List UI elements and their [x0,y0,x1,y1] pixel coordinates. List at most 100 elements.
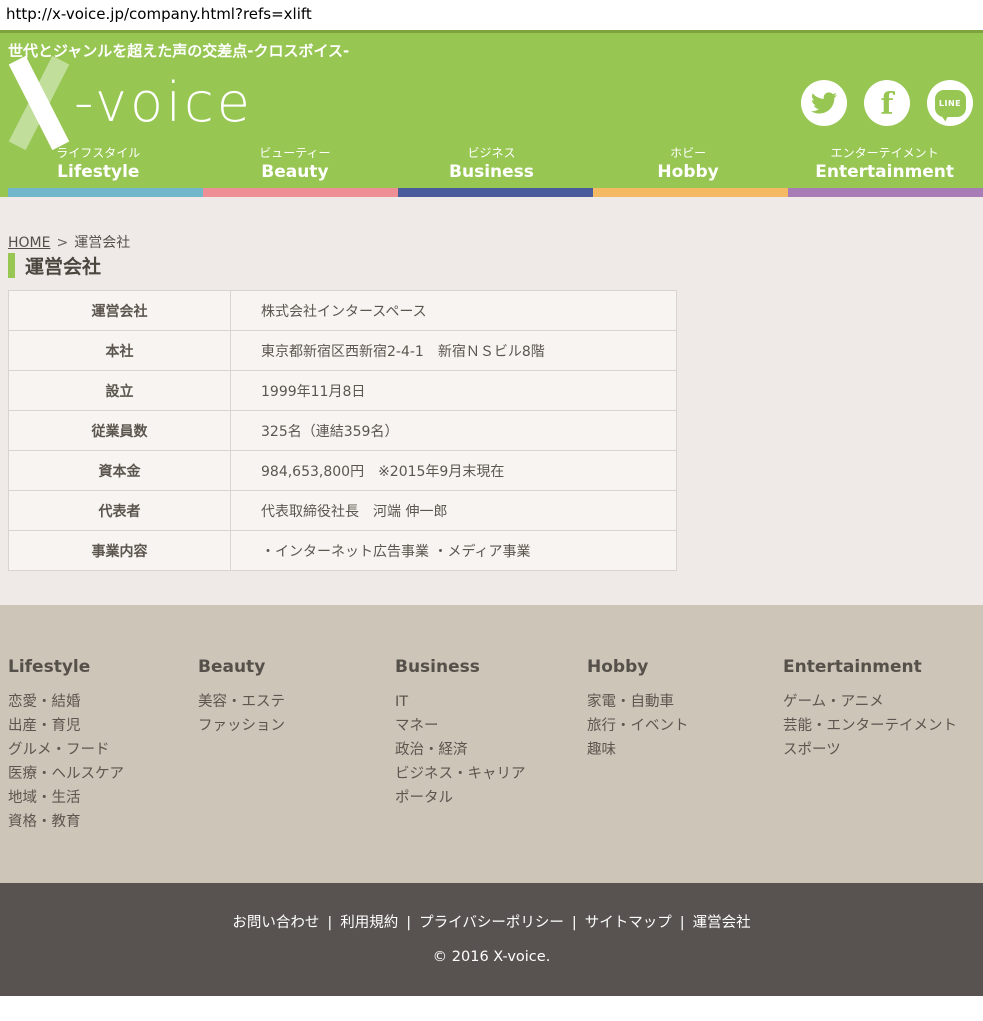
line-bubble-tail [938,113,948,121]
row-value: 1999年11月8日 [231,371,677,411]
breadcrumb-home-link[interactable]: HOME [8,235,50,251]
row-value: 株式会社インタースペース [231,291,677,331]
table-row: 本社東京都新宿区西新宿2-4-1 新宿ＮＳビル8階 [9,331,677,371]
footer-link[interactable]: ファッション [198,714,395,738]
nav-color-stripe [0,188,983,197]
row-value: 東京都新宿区西新宿2-4-1 新宿ＮＳビル8階 [231,331,677,371]
line-label: LINE [939,99,961,108]
stripe-segment-business [398,188,593,197]
facebook-icon[interactable]: f [864,80,910,126]
stripe-segment-hobby [593,188,788,197]
footer-link[interactable]: ゲーム・アニメ [783,690,975,714]
nav-item-business[interactable]: ビジネスBusiness [393,145,590,188]
footer-link[interactable]: ポータル [395,786,587,810]
stripe-segment-beauty [203,188,398,197]
logo-text: -voice [74,64,253,142]
footer-column-lifestyle: Lifestyle 恋愛・結婚出産・育児グルメ・フード医療・ヘルスケア地域・生活資… [8,657,198,883]
footer-link[interactable]: 恋愛・結婚 [8,690,198,714]
footer-link[interactable]: 美容・エステ [198,690,395,714]
nav-item-beauty[interactable]: ビューティーBeauty [197,145,394,188]
nav-item-hobby[interactable]: ホビーHobby [590,145,787,188]
line-bubble-glyph: LINE [935,90,966,117]
row-label: 本社 [9,331,231,371]
footer-link[interactable]: 医療・ヘルスケア [8,762,198,786]
footer-column-list: 恋愛・結婚出産・育児グルメ・フード医療・ヘルスケア地域・生活資格・教育 [8,690,198,834]
footer-column-list: 美容・エステファッション [198,690,395,738]
row-label: 従業員数 [9,411,231,451]
stripe-segment-lifestyle [8,188,203,197]
legal-separator: | [406,915,411,931]
legal-link[interactable]: お問い合わせ [232,915,319,931]
row-value: 984,653,800円 ※2015年9月末現在 [231,451,677,491]
footer-column-beauty: Beauty美容・エステファッション [198,657,395,883]
footer-column-list: ITマネー政治・経済ビジネス・キャリアポータル [395,690,587,810]
breadcrumb-separator: > [56,235,68,251]
nav-label-en: Business [393,161,590,183]
twitter-bird-glyph [811,90,837,116]
table-row: 設立1999年11月8日 [9,371,677,411]
site-header: 世代とジャンルを超えた声の交差点-クロスボイス- -voice f LINE [0,30,983,197]
footer-column-heading: Business [395,657,587,677]
table-row: 資本金984,653,800円 ※2015年9月末現在 [9,451,677,491]
footer-link[interactable]: 出産・育児 [8,714,198,738]
table-row: 代表者代表取締役社長 河端 伸一郎 [9,491,677,531]
footer-column-list: 家電・自動車旅行・イベント趣味 [587,690,783,762]
footer-categories: Lifestyle 恋愛・結婚出産・育児グルメ・フード医療・ヘルスケア地域・生活資… [0,605,983,883]
row-value: 代表取締役社長 河端 伸一郎 [231,491,677,531]
row-label: 事業内容 [9,531,231,571]
footer-column-heading: Lifestyle [8,657,198,677]
line-icon[interactable]: LINE [927,80,973,126]
table-row: 従業員数325名（連結359名） [9,411,677,451]
footer-link[interactable]: 資格・教育 [8,810,198,834]
nav-label-jp: エンターテイメント [786,145,983,161]
legal-link[interactable]: 利用規約 [340,915,398,931]
nav-item-lifestyle[interactable]: ライフスタイルLifestyle [0,145,197,188]
footer-column-list: ゲーム・アニメ芸能・エンターテイメントスポーツ [783,690,975,762]
footer-link[interactable]: 家電・自動車 [587,690,783,714]
footer-link[interactable]: 政治・経済 [395,738,587,762]
twitter-icon[interactable] [801,80,847,126]
footer-link[interactable]: 旅行・イベント [587,714,783,738]
legal-links-row: お問い合わせ|利用規約|プライバシーポリシー|サイトマップ|運営会社 [0,913,983,933]
footer-link[interactable]: 芸能・エンターテイメント [783,714,975,738]
main-content: HOME > 運営会社 運営会社 運営会社株式会社インタースペース本社東京都新宿区西… [0,197,983,605]
row-label: 資本金 [9,451,231,491]
legal-link[interactable]: サイトマップ [585,915,672,931]
nav-label-jp: ビジネス [393,145,590,161]
nav-label-en: Entertainment [786,161,983,183]
row-label: 代表者 [9,491,231,531]
footer-column-entertainment: Entertainment ゲーム・アニメ芸能・エンターテイメントスポーツ [783,657,975,883]
table-row: 運営会社株式会社インタースペース [9,291,677,331]
footer-legal: お問い合わせ|利用規約|プライバシーポリシー|サイトマップ|運営会社 © 201… [0,883,983,996]
footer-link[interactable]: 地域・生活 [8,786,198,810]
stripe-segment-entertainment [788,188,983,197]
row-label: 運営会社 [9,291,231,331]
footer-link[interactable]: マネー [395,714,587,738]
copyright-text: © 2016 X-voice. [0,949,983,965]
footer-link[interactable]: IT [395,690,587,714]
legal-separator: | [572,915,577,931]
site-tagline: 世代とジャンルを超えた声の交差点-クロスボイス- [0,33,983,61]
footer-column-business: Business ITマネー政治・経済ビジネス・キャリアポータル [395,657,587,883]
footer-link[interactable]: 趣味 [587,738,783,762]
legal-link[interactable]: プライバシーポリシー [419,915,564,931]
nav-label-jp: ホビー [590,145,787,161]
company-table-body: 運営会社株式会社インタースペース本社東京都新宿区西新宿2-4-1 新宿ＮＳビル8… [9,291,677,571]
footer-column-heading: Entertainment [783,657,975,677]
nav-label-jp: ビューティー [197,145,394,161]
footer-link[interactable]: ビジネス・キャリア [395,762,587,786]
legal-link[interactable]: 運営会社 [693,915,751,931]
nav-label-en: Lifestyle [0,161,197,183]
title-green-marker [8,253,15,278]
site-logo[interactable]: -voice [6,61,253,145]
breadcrumb: HOME > 運営会社 [8,197,975,252]
row-value: 325名（連結359名） [231,411,677,451]
nav-item-entertainment[interactable]: エンターテイメントEntertainment [786,145,983,188]
footer-link[interactable]: グルメ・フード [8,738,198,762]
address-url: http://x-voice.jp/company.html?refs=xlif… [0,0,983,30]
footer-link[interactable]: スポーツ [783,738,975,762]
legal-separator: | [680,915,685,931]
nav-label-en: Beauty [197,161,394,183]
breadcrumb-current: 運営会社 [74,235,130,251]
row-value: ・インターネット広告事業 ・メディア事業 [231,531,677,571]
